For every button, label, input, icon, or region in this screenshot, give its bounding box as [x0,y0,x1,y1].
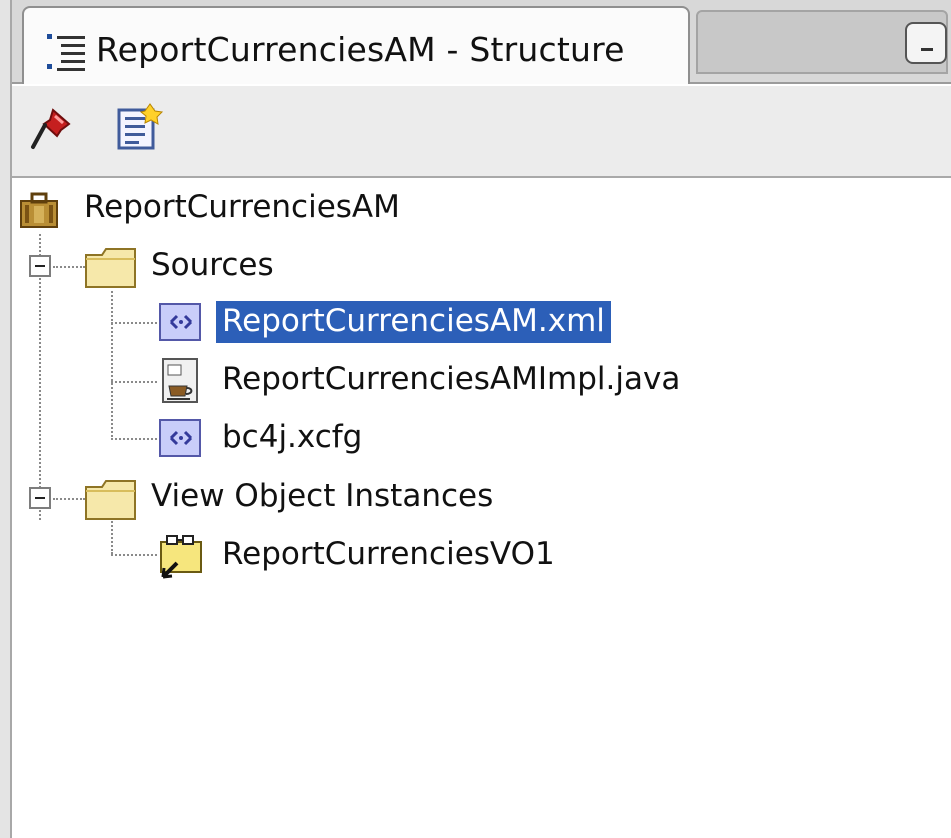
tree-item-report-currencies-am-impl-java[interactable]: ReportCurrenciesAMImpl.java [222,359,680,401]
minimize-button[interactable] [905,22,947,64]
view-object-instances-folder-label[interactable]: View Object Instances [151,476,493,518]
structure-window: ReportCurrenciesAM - Structure ReportCur… [0,0,951,838]
panel-title: ReportCurrenciesAM - Structure [96,30,625,69]
tree-line-vo [111,554,157,556]
tree-item-report-currencies-vo1[interactable]: ReportCurrenciesVO1 [222,534,555,576]
tree-line-sources [53,266,85,268]
tree-root-label[interactable]: ReportCurrenciesAM [84,187,400,229]
window-left-border [0,0,12,838]
tree-line-xml [111,322,157,324]
pin-icon[interactable] [26,104,76,160]
tree-line-xcfg [111,438,157,440]
xml-file-icon [159,303,201,341]
tree-line-sources-children [111,286,113,437]
sources-folder-label[interactable]: Sources [151,245,274,287]
structure-tree: ReportCurrenciesAM Sources ReportCurrenc… [12,180,951,838]
folder-icon [85,248,136,288]
collapse-view-object-instances-toggle[interactable] [29,487,51,509]
folder-icon [85,480,136,520]
collapse-sources-toggle[interactable] [29,255,51,277]
structure-tab[interactable]: ReportCurrenciesAM - Structure [22,6,690,84]
edit-properties-icon[interactable] [112,102,166,156]
tree-line-java [111,381,157,383]
tree-line-vo-children [111,518,113,554]
xml-file-icon [159,419,201,457]
tree-line-view-objects [53,498,85,500]
tree-item-bc4j-xcfg[interactable]: bc4j.xcfg [222,417,362,459]
application-module-icon [20,192,58,228]
structure-icon [47,34,85,71]
tree-item-report-currencies-am-xml[interactable]: ReportCurrenciesAM.xml [216,301,611,343]
view-object-instance-icon [160,535,202,579]
java-file-icon [162,358,198,403]
tab-strip: ReportCurrenciesAM - Structure [12,0,951,84]
